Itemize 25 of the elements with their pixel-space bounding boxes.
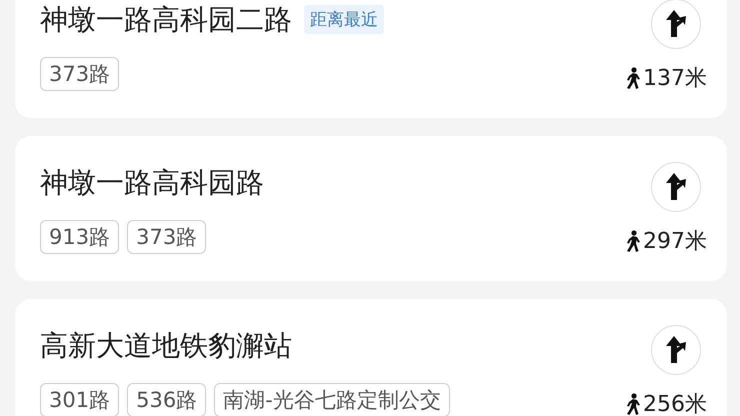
route-tag: 301路 [40, 382, 120, 416]
nearest-badge: 距离最近 [304, 5, 384, 34]
stop-name: 神墩一路高科园路 [40, 164, 264, 200]
bus-stop-card[interactable]: 神墩一路高科园二路 距离最近 373路 137米 [15, 0, 727, 118]
bus-stop-card[interactable]: 神墩一路高科园路 913路 373路 297米 [15, 136, 727, 281]
walking-person-icon [625, 230, 641, 252]
turn-arrow-icon [665, 336, 687, 364]
turn-arrow-icon [665, 172, 687, 200]
route-tag: 373路 [127, 220, 206, 254]
walking-person-icon [625, 392, 641, 414]
directions-button[interactable] [651, 0, 701, 48]
route-tag: 373路 [40, 56, 120, 90]
route-tag: 913路 [40, 220, 120, 254]
route-tag: 南湖-光谷七路定制公交 [214, 382, 450, 416]
directions-button[interactable] [651, 324, 701, 374]
route-tag: 536路 [127, 382, 206, 416]
walking-distance: 137米 [643, 64, 707, 92]
directions-button[interactable] [651, 162, 701, 212]
walking-distance: 297米 [643, 228, 707, 256]
bus-stop-card[interactable]: 高新大道地铁豹澥站 301路 536路 南湖-光谷七路定制公交 256米 [15, 299, 727, 416]
stop-name: 神墩一路高科园二路 [40, 2, 292, 38]
turn-arrow-icon [665, 10, 687, 38]
walking-distance: 256米 [643, 390, 707, 416]
walking-person-icon [625, 66, 641, 88]
stop-name: 高新大道地铁豹澥站 [40, 328, 292, 364]
